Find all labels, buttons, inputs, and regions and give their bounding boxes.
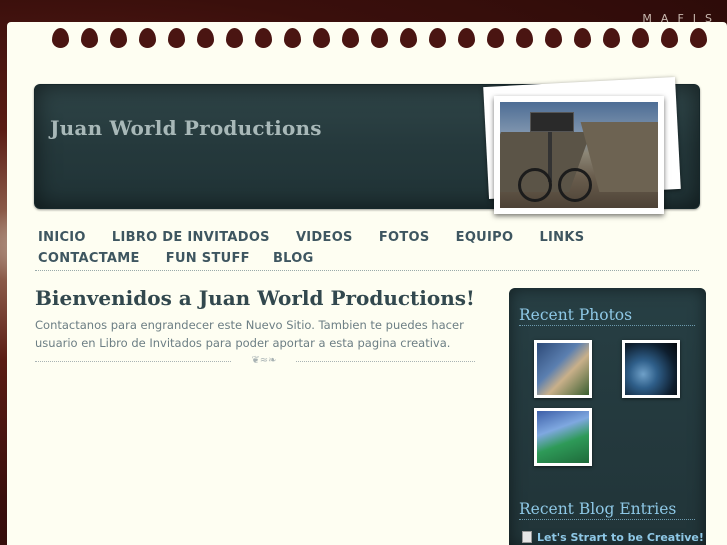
bicycle-icon xyxy=(518,168,552,202)
recent-photo-thumb[interactable] xyxy=(534,340,592,398)
nav-item-fun-stuff[interactable]: FUN STUFF xyxy=(166,251,250,266)
nav-item-fotos[interactable]: FOTOS xyxy=(379,230,430,245)
nav-item-videos[interactable]: VIDEOS xyxy=(296,230,353,245)
nav-divider xyxy=(35,270,699,271)
recent-blog-heading: Recent Blog Entries xyxy=(519,500,695,520)
ornament-icon: ❦≈❧ xyxy=(232,355,296,367)
recent-photos-heading: Recent Photos xyxy=(519,306,695,326)
nav-item-blog[interactable]: BLOG xyxy=(273,251,314,266)
intro-text: Contactanos para engrandecer este Nuevo … xyxy=(35,318,464,350)
road-sign xyxy=(530,112,574,132)
header-photo-image xyxy=(500,102,658,208)
nav-item-links[interactable]: LINKS xyxy=(539,230,584,245)
document-icon xyxy=(522,531,532,543)
blog-entry-title[interactable]: Let's Strart to be Creative! xyxy=(537,531,704,544)
recent-photo-thumb[interactable] xyxy=(622,340,680,398)
nav-item-equipo[interactable]: EQUIPO xyxy=(456,230,514,245)
notebook-holes xyxy=(7,28,727,52)
header-photo xyxy=(494,96,664,214)
blog-entry-link[interactable]: Let's Strart to be Creative! xyxy=(522,531,704,544)
nav-item-contactame[interactable]: CONTACTAME xyxy=(38,251,140,266)
main-nav: INICIO LIBRO DE INVITADOS VIDEOS FOTOS E… xyxy=(38,226,700,268)
recent-photo-thumb[interactable] xyxy=(534,408,592,466)
nav-item-libro-de-invitados[interactable]: LIBRO DE INVITADOS xyxy=(112,230,270,245)
nav-item-inicio[interactable]: INICIO xyxy=(38,230,86,245)
page-title: Bienvenidos a Juan World Productions! xyxy=(35,286,475,310)
site-title[interactable]: Juan World Productions xyxy=(50,116,322,140)
